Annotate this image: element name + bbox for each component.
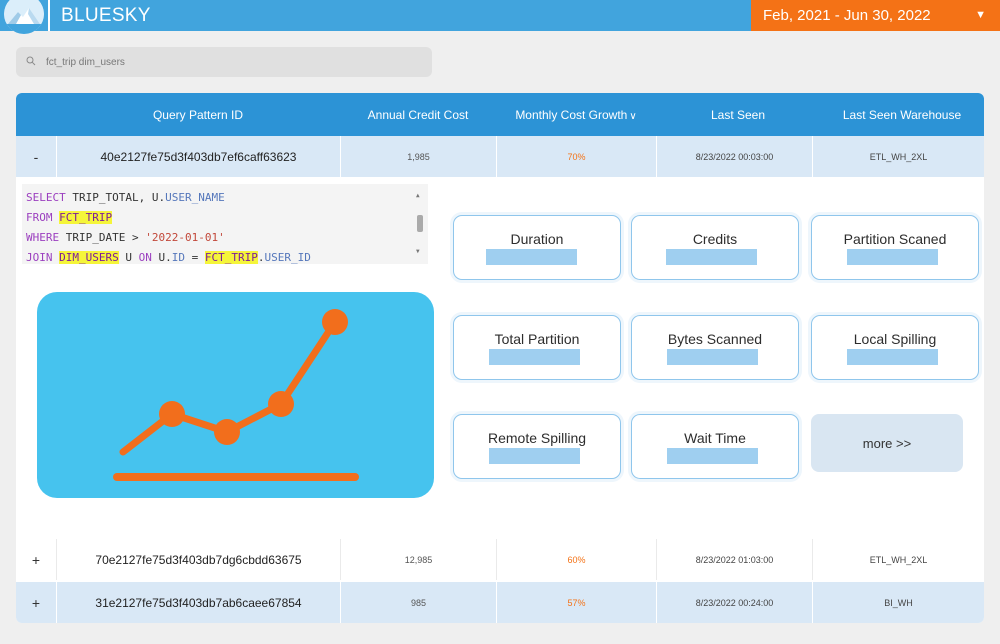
sql-text: =: [184, 251, 205, 264]
annual-cost: 12,985: [340, 539, 496, 580]
metric-value-placeholder: [489, 448, 580, 464]
metric-value-placeholder: [847, 249, 938, 265]
sql-highlighted-table: DIM_USERS: [59, 251, 119, 264]
metric-label: Total Partition: [494, 331, 580, 347]
sql-text: U: [118, 251, 139, 264]
metric-label: Bytes Scanned: [667, 331, 763, 347]
sql-keyword: FROM: [26, 211, 53, 224]
last-seen-warehouse: ETL_WH_2XL: [812, 539, 984, 580]
col-last-seen-warehouse[interactable]: Last Seen Warehouse: [820, 108, 984, 122]
chevron-down-icon: ∨: [629, 111, 637, 122]
date-range-label: Feb, 2021 - Jun 30, 2022: [763, 7, 931, 24]
metric-card-partition-scaned[interactable]: Partition Scaned: [811, 215, 979, 280]
search-icon: [26, 56, 36, 66]
sql-identifier: ID: [171, 251, 185, 264]
more-metrics-button[interactable]: more >>: [811, 414, 963, 472]
sql-identifier: USER_ID: [264, 251, 311, 264]
app-title: BLUESKY: [61, 5, 151, 26]
sql-text: U.: [151, 251, 172, 264]
last-seen: 8/23/2022 00:24:00: [656, 582, 812, 623]
metric-card-wait-time[interactable]: Wait Time: [631, 414, 799, 479]
bluesky-logo-icon: [4, 0, 44, 34]
row-detail-panel: SELECT TRIP_TOTAL, U.USER_NAME FROM FCT_…: [16, 177, 984, 532]
app-header: BLUESKY Feb, 2021 - Jun 30, 2022 ▼: [0, 0, 1000, 34]
metric-value-placeholder: [667, 448, 758, 464]
monthly-growth: 60%: [496, 539, 656, 580]
metric-label: Partition Scaned: [843, 231, 947, 247]
sql-identifier: USER_NAME: [165, 191, 225, 204]
metric-card-total-partition[interactable]: Total Partition: [453, 315, 621, 380]
col-last-seen[interactable]: Last Seen: [656, 108, 820, 122]
sql-query-viewer[interactable]: SELECT TRIP_TOTAL, U.USER_NAME FROM FCT_…: [22, 184, 428, 264]
sql-keyword: JOIN: [26, 251, 53, 264]
pattern-id: 70e2127fe75d3f403db7dg6cbdd63675: [56, 539, 340, 580]
metric-label: Duration: [510, 231, 564, 247]
sql-highlighted-table: FCT_TRIP: [59, 211, 113, 224]
search-bar[interactable]: [16, 47, 432, 77]
metric-card-remote-spilling[interactable]: Remote Spilling: [453, 414, 621, 479]
metric-card-local-spilling[interactable]: Local Spilling: [811, 315, 979, 380]
pattern-id: 31e2127fe75d3f403db7ab6caee67854: [56, 582, 340, 623]
last-seen: 8/23/2022 01:03:00: [656, 539, 812, 580]
scrollbar-thumb[interactable]: [417, 215, 423, 232]
annual-cost: 1,985: [340, 136, 496, 177]
sql-text: TRIP_TOTAL, U.: [65, 191, 166, 204]
metric-value-placeholder: [847, 349, 938, 365]
sql-keyword: WHERE: [26, 231, 60, 244]
expand-row-button[interactable]: +: [32, 595, 40, 611]
metric-label: Remote Spilling: [487, 430, 587, 446]
pattern-id: 40e2127fe75d3f403db7ef6caff63623: [56, 136, 340, 177]
metric-value-placeholder: [667, 349, 758, 365]
sql-keyword: ON: [138, 251, 152, 264]
sql-text: TRIP_DATE >: [59, 231, 146, 244]
header-divider: [48, 0, 50, 31]
col-query-pattern-id[interactable]: Query Pattern ID: [56, 108, 340, 122]
chart-point: [268, 391, 294, 417]
annual-cost: 985: [340, 582, 496, 623]
last-seen-warehouse: BI_WH: [812, 582, 984, 623]
table-row[interactable]: - 40e2127fe75d3f403db7ef6caff63623 1,985…: [16, 136, 984, 177]
caret-down-icon: ▼: [975, 9, 986, 21]
search-input[interactable]: [46, 54, 416, 70]
last-seen: 8/23/2022 00:03:00: [656, 136, 812, 177]
metric-label: Credits: [692, 231, 738, 247]
scroll-down-icon[interactable]: ▼: [416, 242, 420, 262]
table-header: Query Pattern ID Annual Credit Cost Mont…: [16, 93, 984, 136]
metric-label: Local Spilling: [853, 331, 937, 347]
monthly-growth: 70%: [496, 136, 656, 177]
cost-trend-chart-icon: [37, 292, 434, 498]
metric-value-placeholder: [666, 249, 757, 265]
metric-card-duration[interactable]: Duration: [453, 215, 621, 280]
sql-highlighted-table: FCT_TRIP: [204, 251, 258, 264]
col-monthly-cost-growth-label: Monthly Cost Growth: [515, 108, 628, 122]
sql-keyword: SELECT: [26, 191, 66, 204]
collapse-row-button[interactable]: -: [34, 149, 39, 165]
code-scrollbar[interactable]: ▲ ▼: [412, 184, 428, 264]
chart-point: [322, 309, 348, 335]
metric-card-bytes-scanned[interactable]: Bytes Scanned: [631, 315, 799, 380]
chart-point: [214, 419, 240, 445]
table-row[interactable]: + 31e2127fe75d3f403db7ab6caee67854 985 5…: [16, 582, 984, 623]
expand-row-button[interactable]: +: [32, 552, 40, 568]
metric-label: Wait Time: [684, 430, 746, 446]
metric-value-placeholder: [489, 349, 580, 365]
chart-point: [159, 401, 185, 427]
col-monthly-cost-growth[interactable]: Monthly Cost Growth ∨: [496, 108, 656, 122]
monthly-growth: 57%: [496, 582, 656, 623]
metric-card-credits[interactable]: Credits: [631, 215, 799, 280]
date-range-picker[interactable]: Feb, 2021 - Jun 30, 2022 ▼: [751, 0, 1000, 31]
metric-value-placeholder: [486, 249, 577, 265]
col-annual-credit-cost[interactable]: Annual Credit Cost: [340, 108, 496, 122]
sql-string: '2022-01-01': [145, 231, 225, 244]
table-row[interactable]: + 70e2127fe75d3f403db7dg6cbdd63675 12,98…: [16, 539, 984, 580]
query-patterns-table: Query Pattern ID Annual Credit Cost Mont…: [16, 93, 984, 623]
last-seen-warehouse: ETL_WH_2XL: [812, 136, 984, 177]
scroll-up-icon[interactable]: ▲: [416, 186, 420, 206]
